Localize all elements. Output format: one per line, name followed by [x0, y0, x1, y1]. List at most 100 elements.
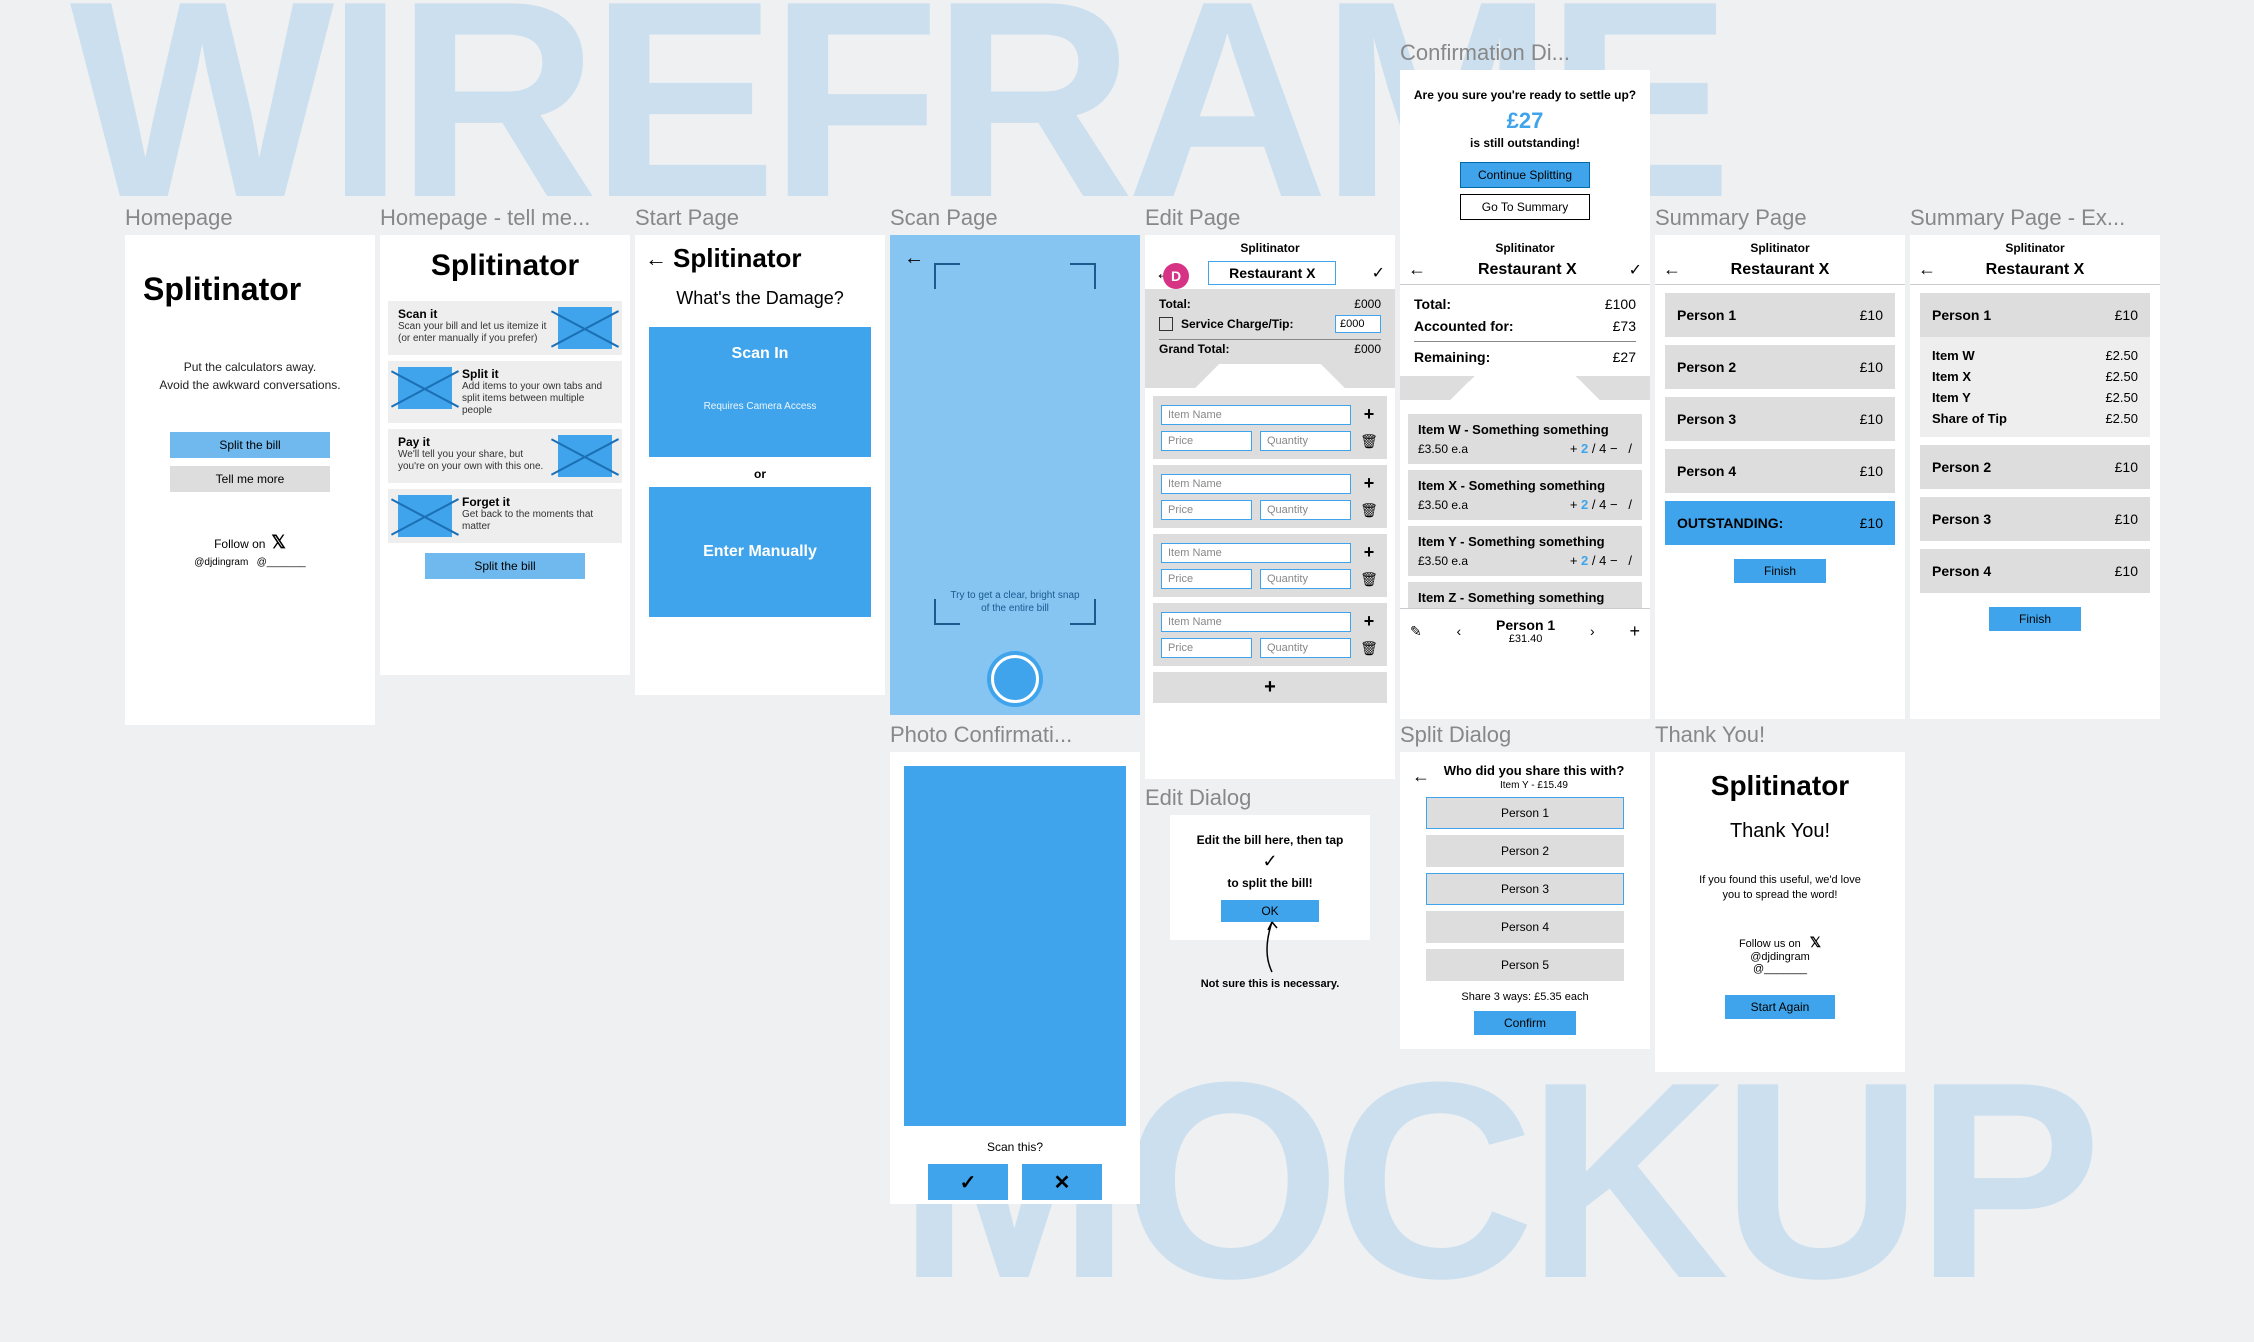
qty-input[interactable]: Quantity — [1260, 569, 1351, 589]
confirm-button[interactable]: Confirm — [1474, 1011, 1576, 1035]
price-input[interactable]: Price — [1161, 569, 1252, 589]
summary-row[interactable]: Person 1£10 — [1920, 293, 2150, 337]
person-name: Person 1 — [1496, 617, 1555, 633]
summary-row[interactable]: Person 2£10 — [1920, 445, 2150, 489]
continue-splitting-button[interactable]: Continue Splitting — [1460, 162, 1590, 188]
add-item-icon[interactable]: + — [1359, 473, 1379, 494]
trash-icon[interactable]: 🗑 — [1359, 433, 1379, 450]
label-summary-ex: Summary Page - Ex... — [1910, 205, 2125, 231]
tip-checkbox[interactable] — [1159, 317, 1173, 331]
outstanding-amount: £27 — [1412, 108, 1638, 134]
trash-icon[interactable]: 🗑 — [1359, 502, 1379, 519]
split-item[interactable]: Item X - Something something £3.50 e.a +… — [1408, 470, 1642, 520]
summary-row[interactable]: Person 2£10 — [1665, 345, 1895, 389]
enter-manually-button[interactable]: Enter Manually — [649, 487, 871, 617]
split-item[interactable]: Item Z - Something something £3.50 e.a +… — [1408, 582, 1642, 608]
add-item-icon[interactable]: + — [1359, 611, 1379, 632]
start-again-button[interactable]: Start Again — [1725, 995, 1836, 1019]
add-item-icon[interactable]: + — [1359, 542, 1379, 563]
qty-minus[interactable]: − — [1610, 441, 1618, 456]
item-qty: + 2 / 4 − / — [1570, 441, 1632, 456]
venue-input[interactable]: Restaurant X — [1208, 261, 1336, 285]
qty-plus[interactable]: + — [1570, 553, 1578, 568]
viewfinder-corner — [1070, 263, 1096, 289]
confirm-icon[interactable]: ✓ — [1629, 260, 1642, 280]
qty-input[interactable]: Quantity — [1260, 431, 1351, 451]
back-icon[interactable]: ← — [1663, 259, 1681, 280]
next-person-icon[interactable]: › — [1584, 623, 1601, 639]
captured-photo — [904, 766, 1126, 1126]
item-name-input[interactable]: Item Name — [1161, 474, 1351, 494]
split-bill-button[interactable]: Split the bill — [170, 432, 330, 458]
add-person-icon[interactable]: + — [1629, 621, 1640, 642]
label-photo-confirm: Photo Confirmati... — [890, 722, 1072, 748]
item-name-input[interactable]: Item Name — [1161, 543, 1351, 563]
share-question: Who did you share this with? — [1444, 763, 1625, 778]
confirm-icon[interactable]: ✓ — [1372, 263, 1385, 283]
handle-1[interactable]: @djdingram — [1655, 951, 1905, 963]
handle-2[interactable]: @_______ — [257, 557, 306, 568]
outstanding-value: £10 — [1860, 515, 1883, 531]
shutter-button[interactable] — [991, 655, 1039, 703]
person-amount: £10 — [2115, 307, 2138, 323]
summary-row[interactable]: Person 4£10 — [1665, 449, 1895, 493]
person-option[interactable]: Person 1 — [1426, 797, 1624, 829]
add-row-button[interactable]: + — [1153, 672, 1387, 703]
qty-input[interactable]: Quantity — [1260, 500, 1351, 520]
go-summary-button[interactable]: Go To Summary — [1460, 194, 1590, 220]
back-icon[interactable]: ← — [1408, 259, 1426, 280]
qty-plus[interactable]: + — [1570, 441, 1578, 456]
price-input[interactable]: Price — [1161, 638, 1252, 658]
x-icon[interactable]: 𝕏 — [1810, 934, 1821, 950]
confirm-no-button[interactable]: ✕ — [1022, 1164, 1102, 1200]
x-icon[interactable]: 𝕏 — [271, 532, 286, 552]
qty-minus[interactable]: − — [1610, 497, 1618, 512]
item-qty: + 2 / 4 − / — [1570, 497, 1632, 512]
qty-plus[interactable]: + — [1570, 497, 1578, 512]
tip-input[interactable]: £000 — [1335, 315, 1381, 333]
accounted-label: Accounted for: — [1414, 318, 1514, 334]
summary-row[interactable]: Person 1£10 — [1665, 293, 1895, 337]
tagline-2: Avoid the awkward conversations. — [137, 376, 363, 394]
tell-me-more-button[interactable]: Tell me more — [170, 466, 330, 492]
thanks-heading: Thank You! — [1655, 820, 1905, 843]
person-option[interactable]: Person 4 — [1426, 911, 1624, 943]
qty-input[interactable]: Quantity — [1260, 638, 1351, 658]
split-bill-button[interactable]: Split the bill — [425, 553, 585, 579]
add-item-icon[interactable]: + — [1359, 404, 1379, 425]
prev-person-icon[interactable]: ‹ — [1451, 623, 1468, 639]
split-item[interactable]: Item W - Something something £3.50 e.a +… — [1408, 414, 1642, 464]
back-icon[interactable]: ← — [1918, 259, 1936, 280]
back-icon[interactable]: ← — [645, 246, 667, 272]
person-option[interactable]: Person 2 — [1426, 835, 1624, 867]
confirm-yes-button[interactable]: ✓ — [928, 1164, 1008, 1200]
edit-icon[interactable]: ✎ — [1410, 623, 1422, 640]
label-split-dialog: Split Dialog — [1400, 722, 1511, 748]
frame-homepage-tmm: Splitinator Scan itScan your bill and le… — [380, 235, 630, 675]
item-name-input[interactable]: Item Name — [1161, 612, 1351, 632]
person-option[interactable]: Person 3 — [1426, 873, 1624, 905]
frame-start: ← Splitinator What's the Damage? Scan In… — [635, 235, 885, 695]
handle-2[interactable]: @_______ — [1655, 963, 1905, 975]
scan-hint: Try to get a clear, bright snap of the e… — [890, 589, 1140, 615]
price-input[interactable]: Price — [1161, 431, 1252, 451]
finish-button[interactable]: Finish — [1989, 607, 2081, 631]
item-name-input[interactable]: Item Name — [1161, 405, 1351, 425]
back-icon[interactable]: ← — [904, 247, 924, 270]
trash-icon[interactable]: 🗑 — [1359, 571, 1379, 588]
or-label: or — [635, 467, 885, 481]
back-icon[interactable]: ← — [1412, 766, 1430, 787]
summary-row[interactable]: Person 3£10 — [1665, 397, 1895, 441]
split-item[interactable]: Item Y - Something something £3.50 e.a +… — [1408, 526, 1642, 576]
person-option[interactable]: Person 5 — [1426, 949, 1624, 981]
trash-icon[interactable]: 🗑 — [1359, 640, 1379, 657]
person-name: Person 2 — [1932, 459, 1991, 475]
summary-row[interactable]: Person 3£10 — [1920, 497, 2150, 541]
summary-row[interactable]: Person 4£10 — [1920, 549, 2150, 593]
finish-button[interactable]: Finish — [1734, 559, 1826, 583]
confirm-question: Are you sure you're ready to settle up? — [1412, 88, 1638, 102]
scan-in-button[interactable]: Scan In Requires Camera Access — [649, 327, 871, 457]
handle-1[interactable]: @djdingram — [194, 557, 248, 568]
qty-minus[interactable]: − — [1610, 553, 1618, 568]
price-input[interactable]: Price — [1161, 500, 1252, 520]
